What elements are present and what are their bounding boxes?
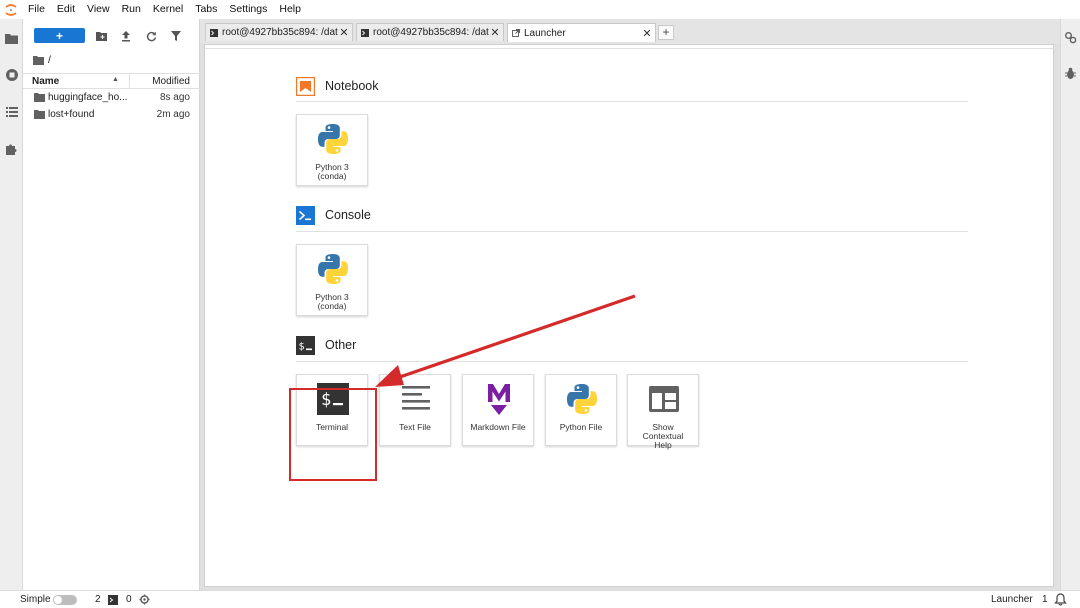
terminals-count: 2: [95, 594, 101, 605]
file-name: lost+found: [48, 109, 95, 120]
launcher-panel: Notebook Python 3 (conda) Console Python…: [204, 44, 1055, 587]
menu-settings[interactable]: Settings: [223, 0, 273, 19]
jupyter-logo-icon: [0, 0, 22, 19]
simple-mode-label: Simple: [20, 594, 51, 605]
extensions-puzzle-icon[interactable]: [4, 141, 19, 156]
column-header-name[interactable]: Name: [32, 76, 59, 87]
status-bar: Simple 2 0 Launcher 1: [0, 590, 1080, 608]
tab-terminal-1[interactable]: root@4927bb35c894: /dat ✕: [205, 23, 353, 41]
file-list-header: Name ▲ Modified: [23, 73, 200, 89]
add-tab-button[interactable]: +: [658, 25, 674, 40]
kernels-count: 0: [126, 594, 132, 605]
sort-ascending-icon: ▲: [112, 76, 119, 83]
file-name: huggingface_ho...: [48, 92, 128, 103]
property-inspector-gears-icon[interactable]: [1064, 31, 1077, 47]
active-panel-label: Launcher: [991, 594, 1033, 605]
running-sessions-icon[interactable]: [4, 67, 19, 82]
new-folder-icon[interactable]: [94, 29, 108, 43]
debugger-bug-icon[interactable]: [1064, 67, 1077, 83]
left-activity-bar: [0, 19, 23, 590]
tab-terminal-2[interactable]: root@4927bb35c894: /dat ✕: [356, 23, 504, 41]
breadcrumb-root[interactable]: /: [48, 54, 51, 66]
close-tab-icon[interactable]: ✕: [489, 26, 501, 39]
main-dock-area: root@4927bb35c894: /dat ✕ root@4927bb35c…: [200, 19, 1060, 590]
file-modified: 2m ago: [156, 109, 190, 120]
column-header-modified[interactable]: Modified: [152, 76, 190, 87]
notification-count: 1: [1042, 594, 1048, 605]
menu-edit[interactable]: Edit: [51, 0, 81, 19]
tab-launcher[interactable]: Launcher ✕: [507, 23, 656, 42]
upload-icon[interactable]: [119, 29, 133, 43]
menu-bar: File Edit View Run Kernel Tabs Settings …: [0, 0, 1080, 19]
menu-run[interactable]: Run: [116, 0, 147, 19]
terminal-icon[interactable]: [108, 595, 118, 605]
column-divider[interactable]: [129, 74, 130, 89]
breadcrumb: /: [33, 53, 51, 67]
close-tab-icon[interactable]: ✕: [641, 27, 653, 40]
tab-label: root@4927bb35c894: /dat: [373, 27, 489, 38]
menu-tabs[interactable]: Tabs: [189, 0, 223, 19]
file-row[interactable]: lost+found 2m ago: [23, 107, 200, 123]
tab-label: Launcher: [524, 27, 566, 39]
menu-help[interactable]: Help: [273, 0, 307, 19]
folder-icon: [34, 110, 45, 119]
launcher-icon: [512, 29, 520, 37]
file-row[interactable]: huggingface_ho... 8s ago: [23, 90, 200, 106]
annotation-arrow: [375, 294, 636, 387]
refresh-icon[interactable]: [144, 29, 158, 43]
tab-bar: root@4927bb35c894: /dat ✕ root@4927bb35c…: [200, 19, 1060, 44]
folder-icon: [34, 93, 45, 102]
notification-bell-icon[interactable]: [1054, 593, 1067, 606]
kernel-gear-icon[interactable]: [139, 594, 150, 605]
home-folder-icon[interactable]: [33, 55, 44, 65]
file-browser-panel: + / Name ▲ Modified huggingface_ho... 8s…: [23, 19, 200, 590]
simple-mode-toggle[interactable]: [53, 595, 77, 605]
file-browser-folder-icon[interactable]: [4, 31, 19, 46]
menu-file[interactable]: File: [22, 0, 51, 19]
menu-kernel[interactable]: Kernel: [147, 0, 189, 19]
filter-icon[interactable]: [169, 29, 183, 43]
terminal-icon: [210, 28, 218, 37]
menu-view[interactable]: View: [81, 0, 116, 19]
terminal-icon: [361, 28, 369, 37]
table-of-contents-icon[interactable]: [4, 104, 19, 119]
close-tab-icon[interactable]: ✕: [338, 26, 350, 39]
right-side-bar: [1060, 19, 1080, 590]
file-browser-toolbar: +: [23, 27, 200, 47]
tab-label: root@4927bb35c894: /dat: [222, 27, 338, 38]
new-launcher-button[interactable]: +: [34, 28, 85, 43]
file-modified: 8s ago: [159, 92, 190, 103]
